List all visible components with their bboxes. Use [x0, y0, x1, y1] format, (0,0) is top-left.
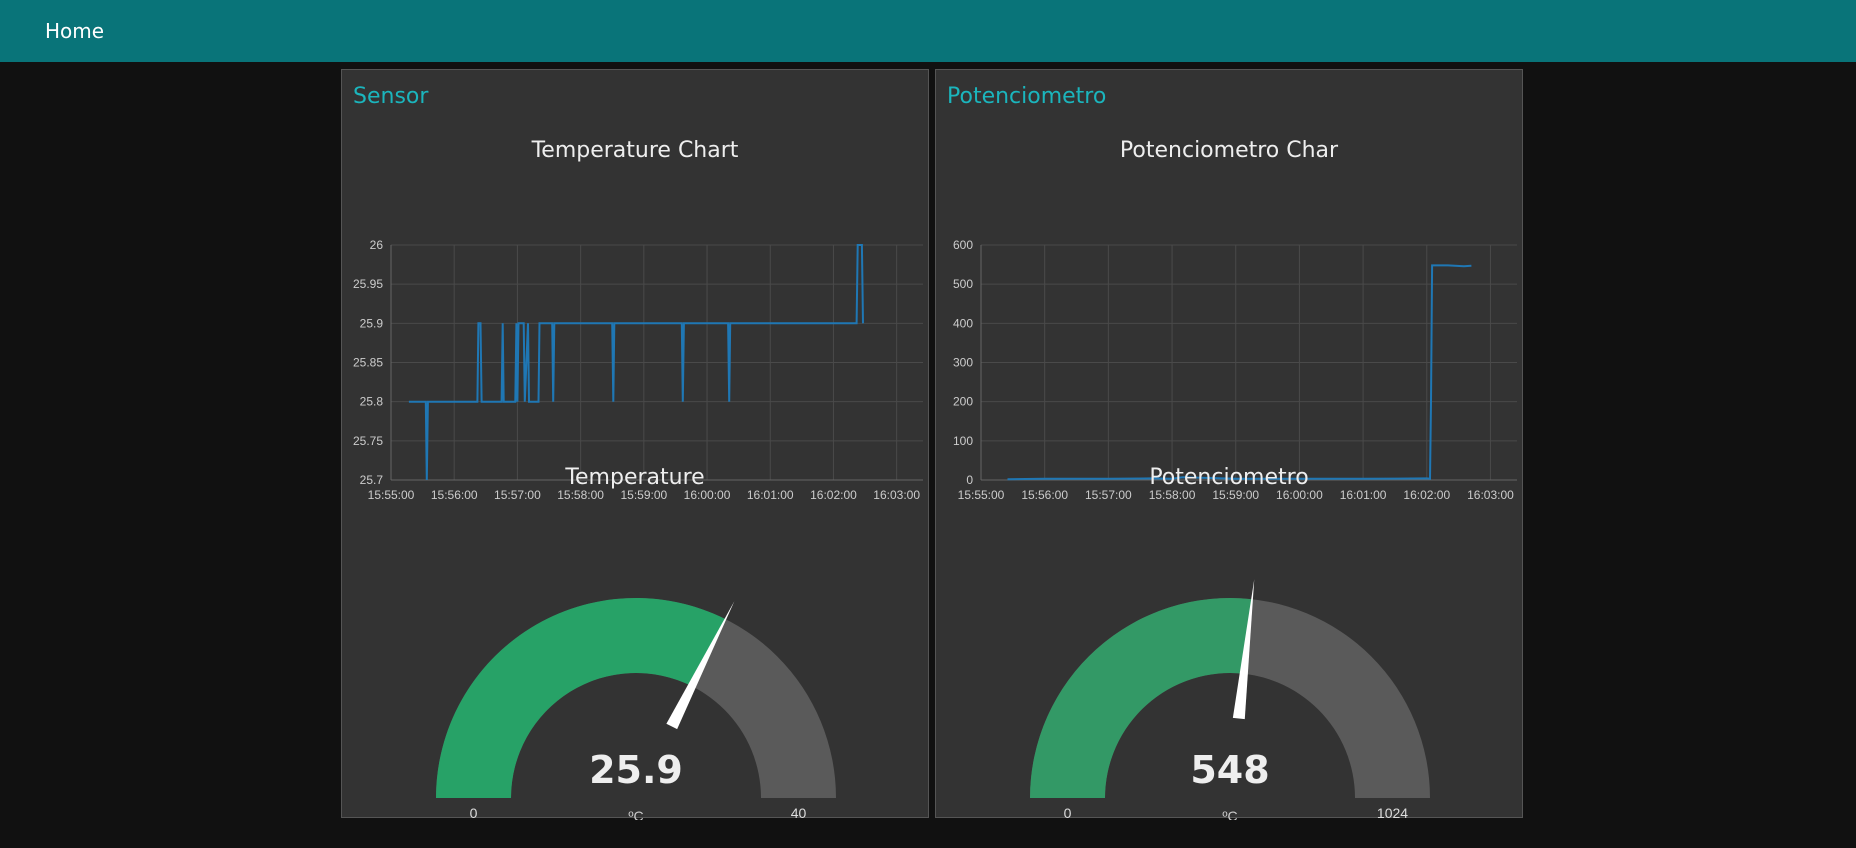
y-tick-label: 25.75: [353, 434, 383, 448]
group-title: Potenciometro: [947, 84, 1107, 109]
gauge-value: 548: [1190, 748, 1269, 792]
gauge-max: 1024: [1377, 805, 1408, 820]
gauge-value: 25.9: [589, 748, 683, 792]
y-tick-label: 300: [953, 356, 973, 370]
y-tick-label: 25.85: [353, 356, 383, 370]
temperature-chart[interactable]: 15:55:00 15:56:00 15:57:00 15:58:00 15:59:00…: [342, 170, 930, 510]
y-tick-label: 25.8: [360, 395, 384, 409]
chart-title: Temperature Chart: [531, 138, 739, 163]
potenciometro-gauge: 548 ºC 0 1024: [1030, 579, 1430, 820]
page-title: Home: [45, 19, 105, 43]
gauge-units: ºC: [628, 808, 643, 820]
y-tick-label: 26: [370, 238, 384, 252]
group-potenciometro: Potenciometro Potenciometro Char 15:55:0…: [935, 69, 1524, 820]
gauge-min: 0: [470, 805, 478, 820]
gauge-title: Potenciometro: [1149, 465, 1309, 490]
chart-title: Potenciometro Char: [1119, 138, 1339, 163]
y-tick-label: 100: [953, 434, 973, 448]
y-tick-label: 200: [953, 395, 973, 409]
series-line: [1007, 264, 1472, 481]
y-tick-label: 25.9: [360, 316, 384, 330]
group-sensor: Sensor Temperature Chart 15:55:00 15:56:0…: [341, 69, 930, 820]
y-tick-label: 600: [953, 238, 973, 252]
gauge-title: Temperature: [565, 465, 705, 490]
y-tick-label: 25.95: [353, 277, 383, 291]
y-tick-label: 400: [953, 316, 973, 330]
top-bar: Home: [0, 0, 1856, 62]
y-tick-label: 500: [953, 277, 973, 291]
potenciometro-chart[interactable]: 15:55:00 15:56:00 15:57:00 15:58:00 15:59:00…: [936, 170, 1524, 510]
gauge-max: 40: [791, 805, 807, 820]
group-title: Sensor: [353, 84, 429, 109]
temperature-gauge: 25.9 ºC 0 40: [436, 598, 836, 820]
gauge-units: ºC: [1222, 808, 1237, 820]
gauge-min: 0: [1064, 805, 1072, 820]
